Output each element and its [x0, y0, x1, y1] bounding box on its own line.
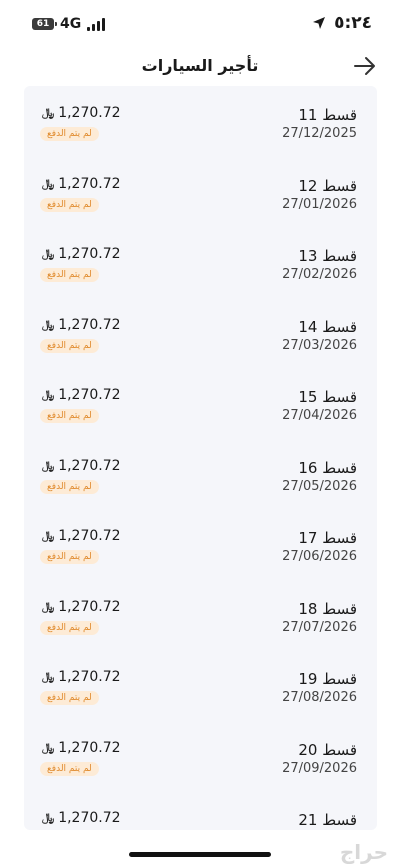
installment-date: 27/08/2026 — [282, 690, 357, 705]
installment-title: قسط 11 — [298, 106, 357, 124]
installment-date: 27/03/2026 — [282, 338, 357, 353]
installment-date: 27/01/2026 — [282, 197, 357, 212]
installment-amount: ﷼ 1,270.72 — [42, 105, 121, 121]
riyal-icon: ﷼ — [42, 388, 55, 401]
installment-row[interactable]: قسط 20 27/09/2026 ﷼ 1,270.72 لم يتم الدفع — [24, 740, 377, 811]
status-bar: 61 4G ٥:٢٤ — [0, 0, 400, 50]
installment-date: 27/05/2026 — [282, 479, 357, 494]
header: تأجير السيارات — [0, 50, 400, 86]
riyal-icon: ﷼ — [42, 318, 55, 331]
installment-amount: ﷼ 1,270.72 — [42, 387, 121, 403]
location-arrow-icon — [313, 17, 326, 29]
installment-amount: ﷼ 1,270.72 — [42, 176, 121, 192]
installment-title: قسط 18 — [298, 600, 357, 618]
installment-title: قسط 16 — [298, 459, 357, 477]
installment-amount: ﷼ 1,270.72 — [42, 528, 121, 544]
riyal-icon: ﷼ — [42, 106, 55, 119]
status-badge: لم يتم الدفع — [40, 198, 99, 212]
installments-list: قسط 11 27/12/2025 ﷼ 1,270.72 لم يتم الدفع… — [24, 86, 377, 830]
riyal-icon: ﷼ — [42, 600, 55, 613]
status-badge: لم يتم الدفع — [40, 409, 99, 423]
riyal-icon: ﷼ — [42, 670, 55, 683]
installment-title: قسط 17 — [298, 529, 357, 547]
riyal-icon: ﷼ — [42, 177, 55, 190]
status-badge: لم يتم الدفع — [40, 550, 99, 564]
installment-date: 27/12/2025 — [282, 126, 357, 141]
status-left: 61 4G — [32, 16, 106, 32]
status-badge: لم يتم الدفع — [40, 268, 99, 282]
installment-row[interactable]: قسط 13 27/02/2026 ﷼ 1,270.72 لم يتم الدفع — [24, 246, 377, 317]
installment-title: قسط 15 — [298, 388, 357, 406]
status-badge: لم يتم الدفع — [40, 621, 99, 635]
installment-amount: ﷼ 1,270.72 — [42, 669, 121, 685]
installment-row[interactable]: قسط 21 ﷼ 1,270.72 — [24, 810, 377, 830]
installment-title: قسط 19 — [298, 670, 357, 688]
watermark-logo: حراج — [339, 840, 388, 864]
clock: ٥:٢٤ — [334, 13, 372, 33]
installment-date: 27/06/2026 — [282, 549, 357, 564]
network-type: 4G — [60, 16, 82, 32]
installment-amount: ﷼ 1,270.72 — [42, 246, 121, 262]
installment-title: قسط 14 — [298, 318, 357, 336]
page-title: تأجير السيارات — [141, 56, 259, 75]
installment-row[interactable]: قسط 19 27/08/2026 ﷼ 1,270.72 لم يتم الدفع — [24, 669, 377, 740]
installment-date: 27/02/2026 — [282, 267, 357, 282]
installment-amount: ﷼ 1,270.72 — [42, 458, 121, 474]
home-indicator[interactable] — [129, 852, 271, 857]
installment-row[interactable]: قسط 17 27/06/2026 ﷼ 1,270.72 لم يتم الدفع — [24, 528, 377, 599]
installment-date: 27/04/2026 — [282, 408, 357, 423]
back-button[interactable] — [352, 54, 378, 78]
riyal-icon: ﷼ — [42, 811, 55, 824]
status-badge: لم يتم الدفع — [40, 762, 99, 776]
installment-date: 27/07/2026 — [282, 620, 357, 635]
installment-amount: ﷼ 1,270.72 — [42, 740, 121, 756]
installment-row[interactable]: قسط 12 27/01/2026 ﷼ 1,270.72 لم يتم الدفع — [24, 176, 377, 247]
installment-row[interactable]: قسط 15 27/04/2026 ﷼ 1,270.72 لم يتم الدفع — [24, 387, 377, 458]
status-badge: لم يتم الدفع — [40, 480, 99, 494]
status-right: ٥:٢٤ — [312, 13, 372, 33]
status-badge: لم يتم الدفع — [40, 127, 99, 141]
installment-date: 27/09/2026 — [282, 761, 357, 776]
installment-title: قسط 20 — [298, 741, 357, 759]
installment-amount: ﷼ 1,270.72 — [42, 810, 121, 826]
installment-title: قسط 13 — [298, 247, 357, 265]
installment-amount: ﷼ 1,270.72 — [42, 317, 121, 333]
installment-row[interactable]: قسط 14 27/03/2026 ﷼ 1,270.72 لم يتم الدفع — [24, 317, 377, 388]
battery-icon: 61 — [32, 18, 57, 30]
installment-row[interactable]: قسط 16 27/05/2026 ﷼ 1,270.72 لم يتم الدفع — [24, 458, 377, 529]
arrow-right-icon — [354, 57, 375, 75]
signal-icon — [87, 17, 106, 31]
riyal-icon: ﷼ — [42, 459, 55, 472]
installment-row[interactable]: قسط 11 27/12/2025 ﷼ 1,270.72 لم يتم الدفع — [24, 105, 377, 176]
riyal-icon: ﷼ — [42, 529, 55, 542]
installment-row[interactable]: قسط 18 27/07/2026 ﷼ 1,270.72 لم يتم الدفع — [24, 599, 377, 670]
status-badge: لم يتم الدفع — [40, 339, 99, 353]
installment-title: قسط 21 — [298, 811, 357, 829]
installment-amount: ﷼ 1,270.72 — [42, 599, 121, 615]
riyal-icon: ﷼ — [42, 247, 55, 260]
status-badge: لم يتم الدفع — [40, 691, 99, 705]
installment-title: قسط 12 — [298, 177, 357, 195]
riyal-icon: ﷼ — [42, 741, 55, 754]
